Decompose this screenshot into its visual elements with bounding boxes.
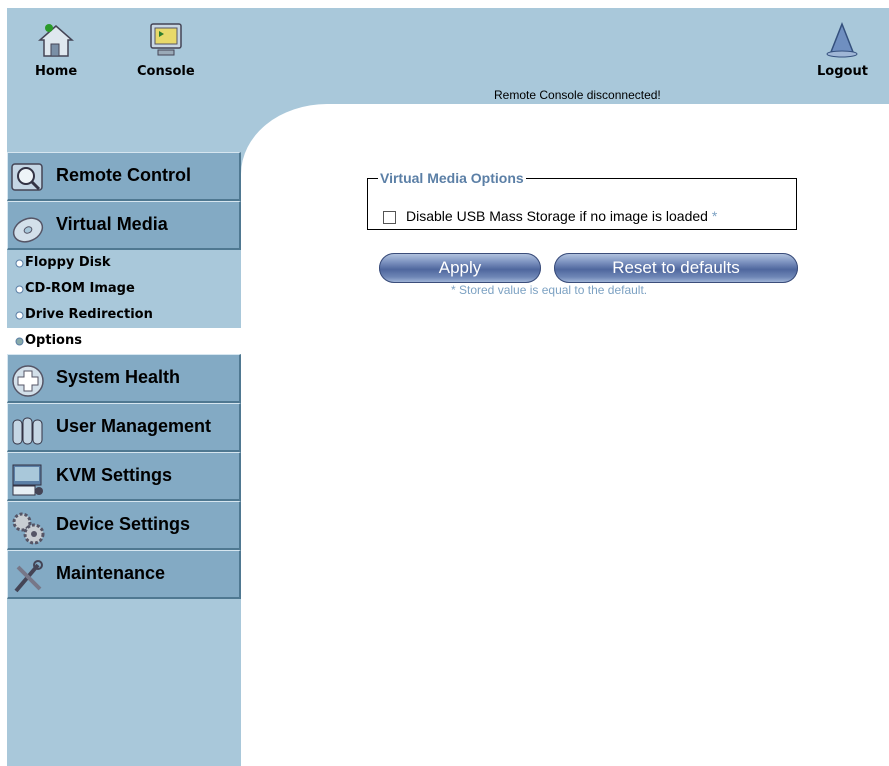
sidebar-section-virtual-media[interactable]: Virtual Media (7, 201, 241, 250)
sidebar-item-label: Options (25, 333, 82, 348)
apply-button[interactable]: Apply (379, 253, 541, 283)
sidebar-section-label: Remote Control (56, 165, 191, 185)
sidebar-item-label: CD-ROM Image (25, 281, 135, 296)
sidebar-section-label: Virtual Media (56, 214, 168, 234)
default-marker: * (711, 208, 718, 224)
usb-option-row: Disable USB Mass Storage if no image is … (383, 208, 717, 224)
console-button[interactable]: Console (137, 20, 195, 79)
checkbox-label: Disable USB Mass Storage if no image is … (406, 208, 708, 224)
sidebar: Remote Control Virtual Media Floppy Disk… (7, 152, 241, 599)
console-icon (150, 23, 182, 56)
sidebar-section-label: Device Settings (56, 514, 191, 534)
sidebar-section-label: User Management (56, 416, 212, 436)
home-icon (38, 24, 75, 57)
sidebar-section-remote-control[interactable]: Remote Control (7, 152, 241, 201)
sidebar-item-floppy-disk[interactable]: Floppy Disk (7, 250, 241, 276)
sidebar-section-kvm-settings[interactable]: KVM Settings (7, 452, 241, 501)
tools-icon (14, 560, 43, 593)
logout-icon (826, 21, 858, 58)
sidebar-item-label: Floppy Disk (25, 255, 111, 270)
status-message: Remote Console disconnected! (494, 88, 661, 102)
keyboard-monitor-icon (12, 464, 43, 496)
bullet-icon (15, 259, 24, 268)
sidebar-section-label: Maintenance (56, 563, 166, 583)
sidebar-item-cd-rom-image[interactable]: CD-ROM Image (7, 276, 241, 302)
sidebar-section-label: System Health (56, 367, 181, 387)
sidebar-item-drive-redirection[interactable]: Drive Redirection (7, 302, 241, 328)
sidebar-item-options[interactable]: Options (7, 328, 241, 354)
sidebar-section-maintenance[interactable]: Maintenance (7, 550, 241, 599)
disable-usb-checkbox[interactable] (383, 210, 396, 224)
app-frame: Home Console Remote Console disconnected… (7, 8, 889, 766)
home-button[interactable]: Home (35, 20, 77, 79)
console-label: Console (137, 64, 195, 79)
bullet-icon (15, 311, 24, 320)
top-bar: Home Console Remote Console disconnected… (7, 8, 889, 108)
sidebar-section-system-health[interactable]: System Health (7, 354, 241, 403)
gears-icon (12, 512, 45, 545)
fieldset-title: Virtual Media Options (380, 170, 524, 186)
bullet-icon (15, 337, 24, 346)
sidebar-item-label: Drive Redirection (25, 307, 153, 322)
logout-label: Logout (817, 64, 868, 79)
monitor-magnifier-icon (11, 163, 43, 191)
reset-defaults-button[interactable]: Reset to defaults (554, 253, 798, 283)
sidebar-section-user-management[interactable]: User Management (7, 403, 241, 452)
default-note: * Stored value is equal to the default. (451, 283, 648, 297)
virtual-media-options-fieldset: Virtual Media Options Disable USB Mass S… (367, 170, 797, 230)
sidebar-section-device-settings[interactable]: Device Settings (7, 501, 241, 550)
bullet-icon (15, 285, 24, 294)
health-cross-icon (12, 365, 44, 397)
home-label: Home (35, 64, 78, 79)
sidebar-section-label: KVM Settings (56, 465, 173, 485)
disc-icon (12, 217, 44, 243)
users-icon (12, 417, 43, 445)
logout-button[interactable]: Logout (817, 20, 868, 79)
